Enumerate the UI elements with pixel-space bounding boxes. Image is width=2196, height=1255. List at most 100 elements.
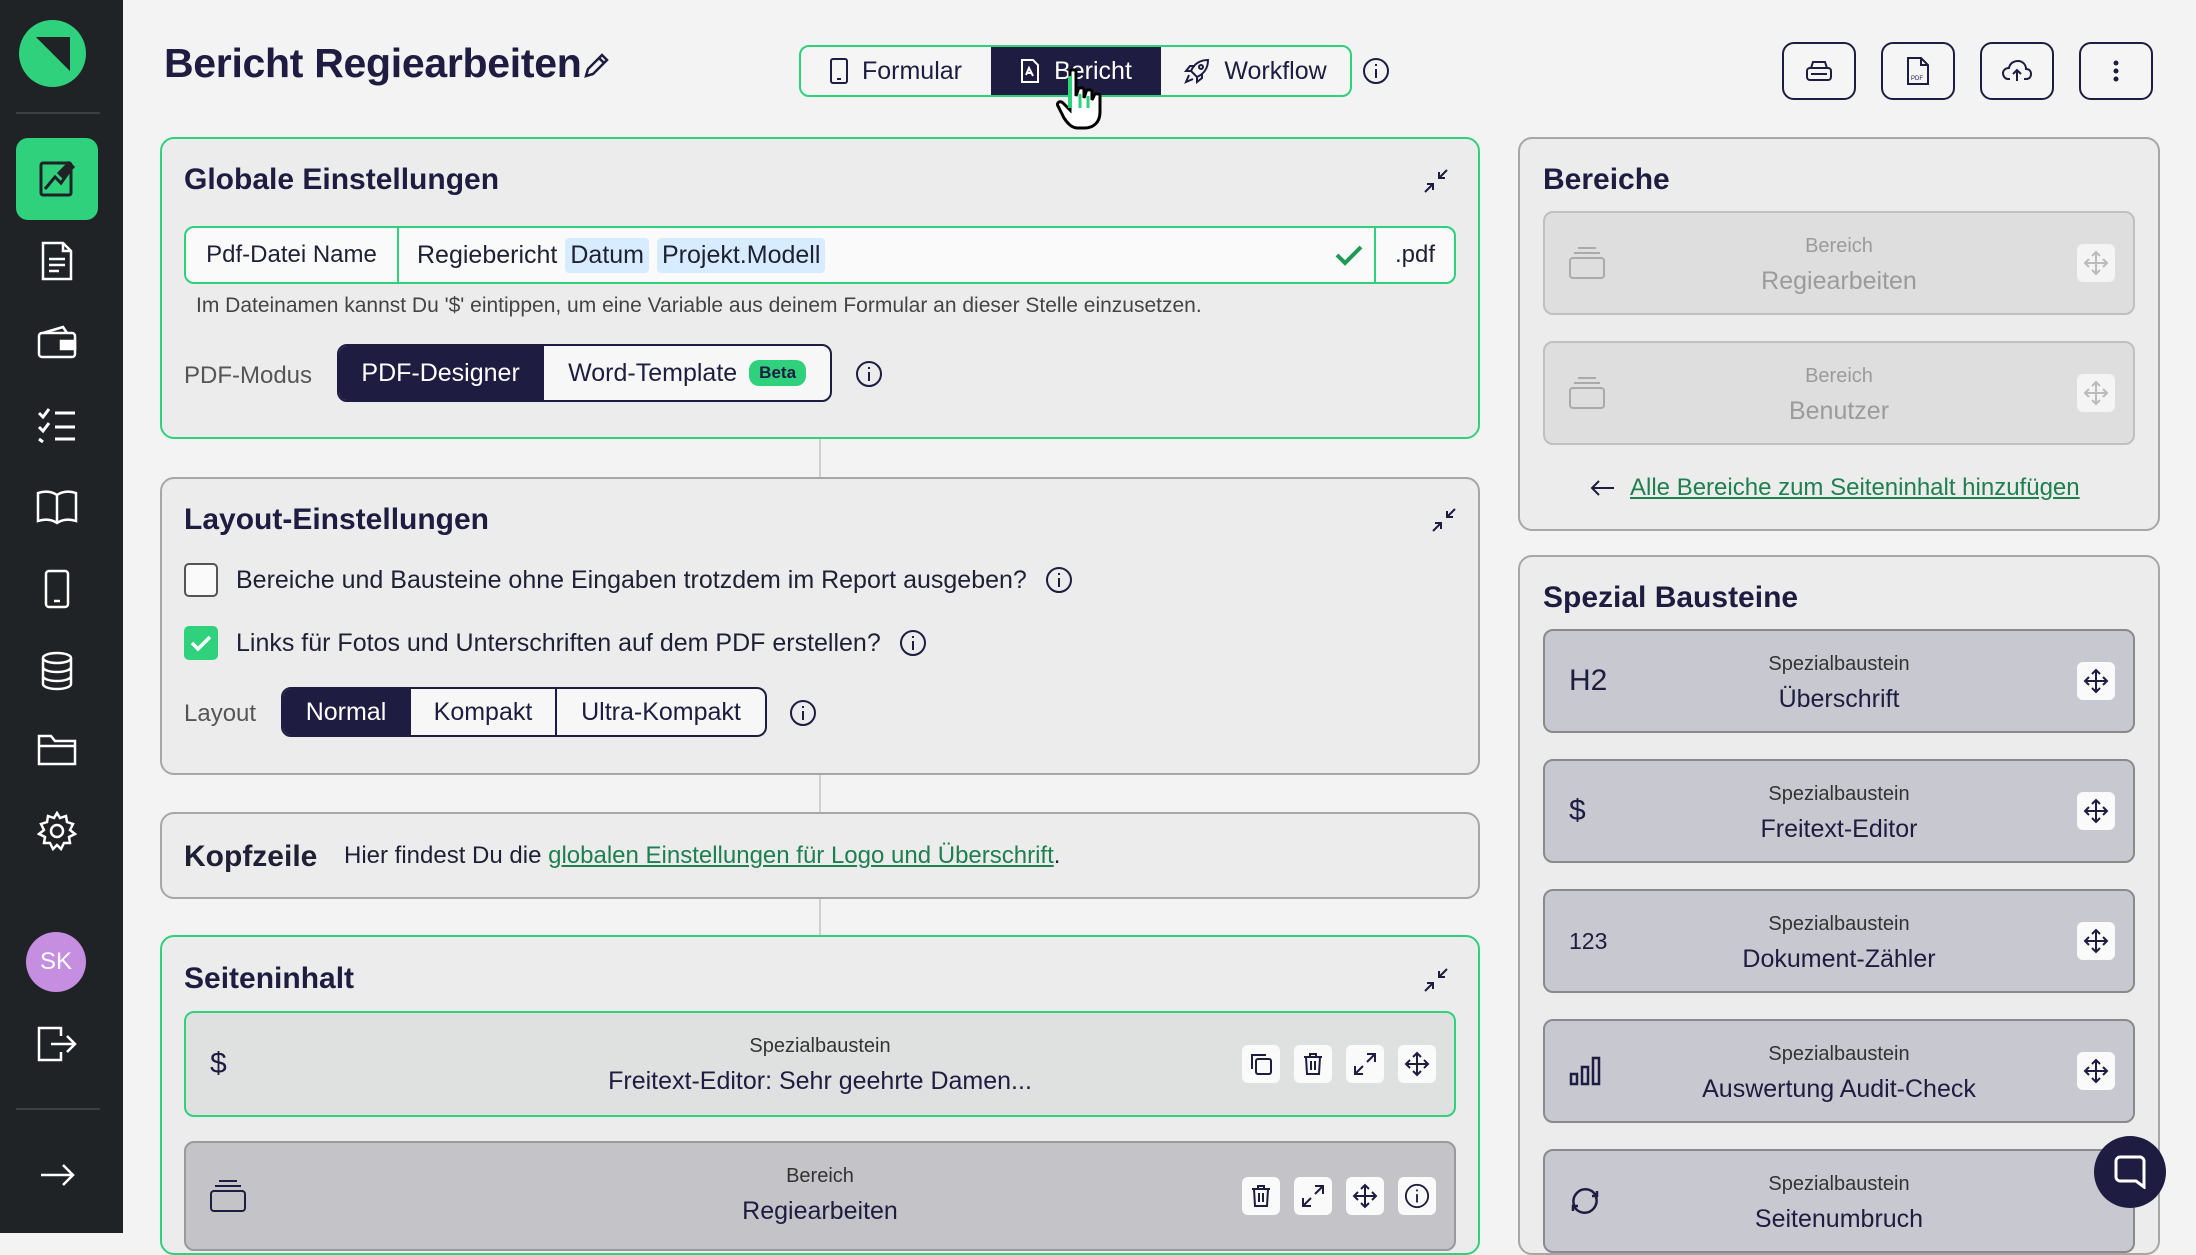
drag-handle[interactable] bbox=[1398, 1045, 1436, 1083]
layout-option-normal[interactable]: Normal bbox=[283, 689, 411, 735]
arrow-right-icon bbox=[41, 1164, 75, 1186]
sidebar-item-database[interactable] bbox=[16, 630, 98, 712]
collapse-button[interactable] bbox=[1418, 962, 1454, 998]
expand-button[interactable] bbox=[1346, 1045, 1384, 1083]
sidebar-item-mobile[interactable] bbox=[16, 548, 98, 630]
sidebar-item-settings[interactable] bbox=[16, 790, 98, 872]
special-block-item[interactable]: H2 Spezialbaustein Überschrift bbox=[1543, 629, 2135, 733]
logout-icon bbox=[37, 1026, 77, 1062]
drag-handle[interactable] bbox=[2077, 662, 2115, 700]
checkbox-photo-links[interactable] bbox=[184, 626, 218, 660]
pencil-icon[interactable] bbox=[582, 52, 610, 80]
special-block-item[interactable]: 123 Spezialbaustein Dokument-Zähler bbox=[1543, 889, 2135, 993]
sidebar-item-report-designer[interactable] bbox=[16, 138, 98, 220]
info-icon[interactable] bbox=[899, 629, 927, 657]
dollar-icon: $ bbox=[1569, 794, 1586, 827]
move-icon bbox=[2083, 250, 2109, 276]
folder-icon bbox=[37, 734, 77, 766]
move-icon bbox=[2083, 928, 2109, 954]
sidebar-item-wallet[interactable] bbox=[16, 302, 98, 384]
svg-text:PDF: PDF bbox=[1911, 76, 1923, 82]
mobile-icon bbox=[44, 569, 70, 609]
area-item[interactable]: Bereich Regiearbeiten bbox=[1543, 211, 2135, 315]
connector-line bbox=[819, 438, 821, 478]
delete-button[interactable] bbox=[1242, 1177, 1280, 1215]
document-icon bbox=[41, 241, 73, 281]
copy-icon bbox=[1251, 1054, 1272, 1075]
variable-chip[interactable]: Projekt.Modell bbox=[657, 237, 826, 273]
info-icon[interactable] bbox=[1045, 566, 1073, 594]
info-icon[interactable] bbox=[789, 699, 817, 727]
layout-option-kompakt[interactable]: Kompakt bbox=[411, 689, 557, 735]
info-button[interactable] bbox=[1398, 1177, 1436, 1215]
special-blocks-title: Spezial Bausteine bbox=[1543, 581, 1799, 614]
rocket-icon bbox=[1184, 58, 1210, 84]
tab-formular[interactable]: Formular bbox=[801, 47, 991, 95]
areas-title: Bereiche bbox=[1543, 163, 1670, 196]
content-item[interactable]: Bereich Regiearbeiten bbox=[184, 1141, 1456, 1251]
expand-icon bbox=[1354, 1053, 1376, 1075]
pdf-icon bbox=[1021, 59, 1040, 83]
drag-handle[interactable] bbox=[2077, 1052, 2115, 1090]
layout-selector: Normal Kompakt Ultra-Kompakt bbox=[281, 687, 767, 737]
content-item[interactable]: $ Spezialbaustein Freitext-Editor: Sehr … bbox=[184, 1011, 1456, 1117]
pdf-mode-designer[interactable]: PDF-Designer bbox=[339, 346, 545, 400]
move-icon bbox=[2083, 380, 2109, 406]
arrow-left-icon bbox=[1590, 480, 1614, 496]
pdf-suffix: .pdf bbox=[1374, 228, 1454, 282]
global-settings-link[interactable]: globalen Einstellungen für Logo und Über… bbox=[548, 842, 1054, 869]
info-icon[interactable] bbox=[855, 360, 883, 388]
special-block-item[interactable]: Spezialbaustein Auswertung Audit-Check bbox=[1543, 1019, 2135, 1123]
delete-button[interactable] bbox=[1294, 1045, 1332, 1083]
collapse-button[interactable] bbox=[1418, 163, 1454, 199]
pdf-filename-field: Pdf-Datei Name Regiebericht Datum Projek… bbox=[184, 226, 1456, 284]
drag-handle[interactable] bbox=[1346, 1177, 1384, 1215]
move-icon bbox=[2083, 668, 2109, 694]
more-vertical-icon bbox=[2113, 60, 2119, 82]
pdf-preview-button[interactable]: PDF bbox=[1881, 42, 1955, 100]
pdf-filename-input[interactable]: Regiebericht Datum Projekt.Modell bbox=[399, 228, 1324, 282]
report-designer-icon bbox=[39, 160, 76, 197]
sidebar-item-folders[interactable] bbox=[16, 708, 98, 790]
special-block-item[interactable]: Spezialbaustein Seitenumbruch bbox=[1543, 1149, 2135, 1253]
collapse-button[interactable] bbox=[1426, 502, 1462, 538]
pdf-filename-label: Pdf-Datei Name bbox=[186, 228, 399, 282]
page-title: Bericht Regiearbeiten bbox=[164, 40, 582, 86]
sidebar-item-documents[interactable] bbox=[16, 220, 98, 302]
sidebar-item-checklists[interactable] bbox=[16, 384, 98, 466]
area-item[interactable]: Bereich Benutzer bbox=[1543, 341, 2135, 445]
add-all-areas-link[interactable]: Alle Bereiche zum Seiteninhalt hinzufüge… bbox=[1630, 474, 2080, 502]
sidebar-divider bbox=[16, 112, 100, 114]
beta-badge: Beta bbox=[749, 360, 807, 386]
collapse-icon bbox=[1432, 508, 1456, 532]
special-block-item[interactable]: $ Spezialbaustein Freitext-Editor bbox=[1543, 759, 2135, 863]
drag-handle[interactable] bbox=[2077, 244, 2115, 282]
book-icon bbox=[36, 490, 78, 525]
user-avatar[interactable]: SK bbox=[26, 932, 86, 992]
sidebar-item-logout[interactable] bbox=[16, 1003, 98, 1085]
variable-chip[interactable]: Datum bbox=[565, 237, 649, 273]
layout-option-ultra-kompakt[interactable]: Ultra-Kompakt bbox=[557, 689, 765, 735]
upload-button[interactable] bbox=[1980, 42, 2054, 100]
print-button[interactable] bbox=[1782, 42, 1856, 100]
app-logo[interactable] bbox=[19, 20, 86, 87]
duplicate-button[interactable] bbox=[1242, 1045, 1280, 1083]
info-icon[interactable] bbox=[1362, 57, 1390, 85]
tab-workflow[interactable]: Workflow bbox=[1161, 47, 1350, 95]
drag-handle[interactable] bbox=[2077, 374, 2115, 412]
checkbox-empty-items[interactable] bbox=[184, 563, 218, 597]
dollar-icon: $ bbox=[210, 1047, 227, 1080]
drag-handle[interactable] bbox=[2077, 792, 2115, 830]
expand-icon bbox=[1302, 1185, 1324, 1207]
hand-cursor-icon bbox=[1056, 68, 1102, 130]
chat-button[interactable] bbox=[2094, 1136, 2166, 1208]
drag-handle[interactable] bbox=[2077, 922, 2115, 960]
more-menu-button[interactable] bbox=[2079, 42, 2153, 100]
sidebar-item-library[interactable] bbox=[16, 466, 98, 548]
pdf-mode-label: PDF-Modus bbox=[184, 362, 313, 389]
trash-icon bbox=[1252, 1185, 1270, 1207]
pdf-mode-word-template[interactable]: Word-Template Beta bbox=[544, 346, 830, 400]
expand-button[interactable] bbox=[1294, 1177, 1332, 1215]
checklist-icon bbox=[37, 408, 75, 443]
sidebar-expand-button[interactable] bbox=[16, 1134, 98, 1216]
